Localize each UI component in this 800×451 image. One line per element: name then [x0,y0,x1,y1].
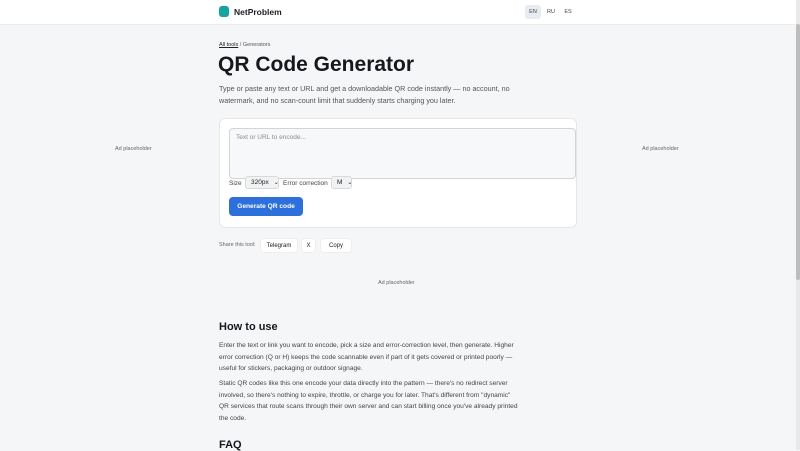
ad-placeholder-center: Ad placeholder [378,280,415,286]
breadcrumb-separator: / [239,42,242,48]
error-correction-label: Error correction [283,180,328,187]
chevron-down-icon: ⌄ [273,180,279,186]
how-to-paragraph-1: Enter the text or link you want to encod… [219,342,514,373]
how-to-heading: How to use [219,321,278,333]
share-label: Share this tool: [219,242,256,248]
ad-placeholder-right: Ad placeholder [642,146,679,152]
brand-name: NetProblem [234,6,282,17]
share-telegram-button[interactable]: Telegram [260,238,298,253]
share-x-button[interactable]: X [301,238,316,253]
chevron-down-icon: ⌄ [347,180,353,186]
scrollbar-thumb[interactable] [796,24,800,280]
top-bar: NetProblem EN RU ES [0,0,800,25]
faq-heading: FAQ [219,439,242,451]
page-title: QR Code Generator [218,53,415,76]
size-select[interactable]: 320px ⌄ [245,176,279,189]
breadcrumb-all-tools-link[interactable]: All tools [219,42,238,48]
generate-qr-button[interactable]: Generate QR code [229,197,303,216]
size-label: Size [229,180,242,187]
brand-logo-icon [219,6,229,17]
how-to-paragraph-2: Static QR codes like this one encode you… [219,380,518,422]
page-intro: Type or paste any text or URL and get a … [219,84,510,105]
breadcrumb-current: Generators [242,42,271,48]
text-input[interactable] [229,128,576,179]
error-correction-select[interactable]: M ⌄ [331,176,352,189]
lang-es-button[interactable]: ES [560,5,576,19]
breadcrumb: All tools / Generators [219,42,270,48]
copy-link-button[interactable]: Copy [320,238,352,253]
size-select-value: 320px [251,179,269,186]
error-correction-value: M [337,179,343,186]
brand-logo[interactable]: NetProblem [219,6,282,17]
lang-en-button[interactable]: EN [525,5,541,19]
ad-placeholder-left: Ad placeholder [115,146,152,152]
lang-ru-button[interactable]: RU [543,5,559,19]
generator-card: Size 320px ⌄ Error correction M ⌄ Genera… [219,118,577,228]
